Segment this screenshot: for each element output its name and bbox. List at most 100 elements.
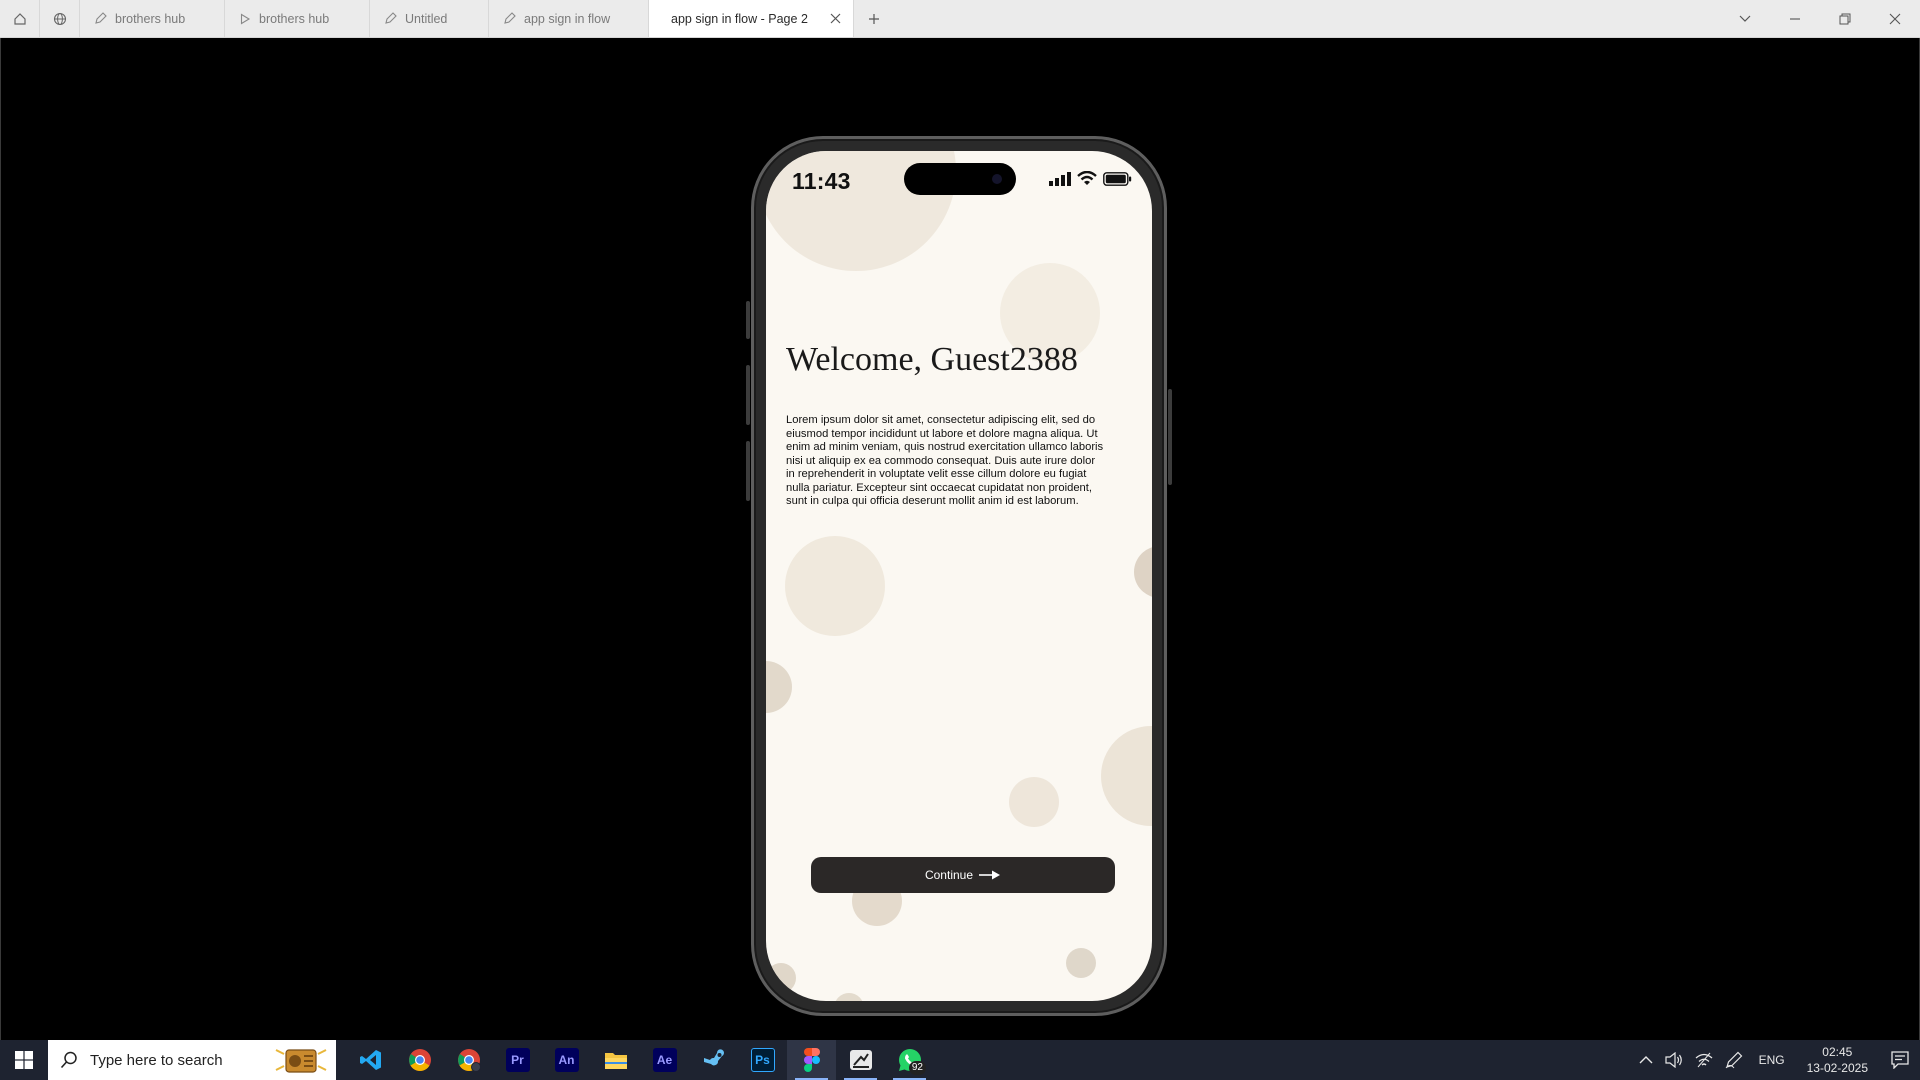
close-tab-button[interactable] (830, 11, 841, 27)
decor-bubble (785, 536, 885, 636)
chrome-icon (408, 1049, 431, 1071)
decor-bubble (1134, 546, 1152, 598)
decor-bubble (766, 963, 796, 993)
tab-label: app sign in flow - Page 2 (671, 11, 808, 26)
minimize-button[interactable] (1770, 0, 1820, 37)
photoshop-taskbar-button[interactable]: Ps (738, 1040, 787, 1080)
phone-screen: 11:43 Welcome, Guest2388 Lorem ipsum dol… (766, 151, 1152, 1001)
whatsapp-unread-badge: 92 (908, 1061, 926, 1075)
camera-icon (992, 174, 1002, 184)
prototype-canvas: 11:43 Welcome, Guest2388 Lorem ipsum dol… (0, 38, 1920, 1040)
network-button[interactable] (1689, 1052, 1719, 1068)
arrow-right-icon (979, 870, 1001, 880)
tab-app-sign-in-flow[interactable]: app sign in flow (489, 0, 649, 37)
volume-button[interactable] (1659, 1052, 1689, 1068)
pen-icon (385, 12, 397, 24)
plus-icon (869, 13, 879, 24)
start-button[interactable] (0, 1040, 48, 1080)
dynamic-island (904, 163, 1016, 195)
vscode-icon (359, 1050, 381, 1070)
volume-up-button (746, 365, 750, 425)
home-icon (13, 12, 26, 25)
tab-untitled[interactable]: Untitled (370, 0, 489, 37)
taskbar: Type here to search Pr An Ae Ps 92 ENG 0… (0, 1040, 1920, 1080)
pen-workspace-button[interactable] (1719, 1051, 1749, 1069)
close-icon (1889, 13, 1901, 24)
app-launcher-taskbar-button[interactable] (836, 1040, 885, 1080)
radio-search-highlight-icon (275, 1049, 327, 1073)
power-button (1168, 389, 1172, 485)
welcome-body-text: Lorem ipsum dolor sit amet, consectetur … (786, 414, 1104, 507)
file-explorer-taskbar-button[interactable] (591, 1040, 640, 1080)
restore-button[interactable] (1820, 0, 1870, 37)
chevron-up-icon (1639, 1056, 1653, 1064)
wifi-icon (1077, 171, 1097, 185)
clock-time: 02:45 (1822, 1045, 1853, 1059)
pen-icon (1725, 1051, 1742, 1069)
tab-brothers-hub-prototype[interactable]: brothers hub (225, 0, 370, 37)
cellular-signal-icon (1049, 171, 1071, 186)
pen-icon (504, 12, 516, 24)
welcome-heading: Welcome, Guest2388 (786, 341, 1078, 378)
tab-label: brothers hub (259, 11, 330, 26)
status-time: 11:43 (792, 168, 851, 194)
search-icon (60, 1051, 77, 1069)
volume-down-button (746, 441, 750, 501)
decor-bubble (1101, 726, 1152, 826)
animate-taskbar-button[interactable]: An (542, 1040, 591, 1080)
tab-brothers-hub-design[interactable]: brothers hub (80, 0, 225, 37)
tab-list-button[interactable] (1720, 0, 1770, 37)
taskbar-apps: Pr An Ae Ps 92 (346, 1040, 934, 1080)
window-controls (1720, 0, 1920, 37)
volume-icon (1664, 1052, 1682, 1068)
show-hidden-icons-button[interactable] (1633, 1055, 1659, 1065)
folder-icon (604, 1053, 627, 1069)
globe-icon (53, 12, 66, 25)
decor-bubble (834, 993, 864, 1001)
new-tab-button[interactable] (854, 0, 894, 37)
steam-taskbar-button[interactable] (689, 1040, 738, 1080)
tab-app-sign-in-flow-page-2[interactable]: app sign in flow - Page 2 (649, 0, 854, 37)
after-effects-icon: Ae (652, 1048, 677, 1072)
animate-icon: An (554, 1048, 579, 1072)
after-effects-taskbar-button[interactable]: Ae (640, 1040, 689, 1080)
chrome-taskbar-button[interactable] (395, 1040, 444, 1080)
close-icon (830, 13, 841, 23)
decor-bubble (1066, 948, 1096, 978)
continue-button[interactable]: Continue (811, 857, 1115, 893)
phone-frame: 11:43 Welcome, Guest2388 Lorem ipsum dol… (746, 136, 1172, 1016)
chevron-down-icon (1739, 15, 1751, 22)
figma-icon (803, 1048, 820, 1072)
app-launcher-icon (849, 1050, 872, 1070)
premiere-pro-icon: Pr (505, 1048, 530, 1072)
restore-icon (1839, 13, 1851, 24)
taskbar-clock[interactable]: 02:45 13-02-2025 (1795, 1044, 1880, 1076)
battery-icon (1103, 171, 1132, 186)
tab-label: brothers hub (115, 11, 186, 26)
home-button[interactable] (0, 0, 40, 37)
windows-logo-icon (15, 1051, 33, 1069)
clock-date: 13-02-2025 (1806, 1061, 1868, 1075)
notification-icon (1891, 1051, 1909, 1069)
close-window-button[interactable] (1870, 0, 1920, 37)
tab-label: app sign in flow (524, 11, 611, 26)
search-placeholder: Type here to search (90, 1051, 223, 1069)
pen-icon (95, 12, 107, 24)
play-icon (240, 13, 251, 24)
premiere-pro-taskbar-button[interactable]: Pr (493, 1040, 542, 1080)
community-button[interactable] (40, 0, 80, 37)
figma-taskbar-button[interactable] (787, 1040, 836, 1080)
status-icons (1049, 171, 1132, 186)
vscode-taskbar-button[interactable] (346, 1040, 395, 1080)
chrome-icon (457, 1049, 481, 1072)
decor-bubble (766, 661, 792, 713)
tab-label: Untitled (405, 11, 448, 26)
notification-center-button[interactable] (1880, 1051, 1920, 1069)
language-indicator[interactable]: ENG (1749, 1053, 1795, 1067)
decor-bubble (1009, 777, 1059, 827)
whatsapp-taskbar-button[interactable]: 92 (885, 1040, 934, 1080)
steam-icon (703, 1049, 724, 1066)
system-tray: ENG 02:45 13-02-2025 (1633, 1040, 1920, 1080)
taskbar-search-box[interactable]: Type here to search (48, 1040, 336, 1080)
chrome-profile-taskbar-button[interactable] (444, 1040, 493, 1080)
